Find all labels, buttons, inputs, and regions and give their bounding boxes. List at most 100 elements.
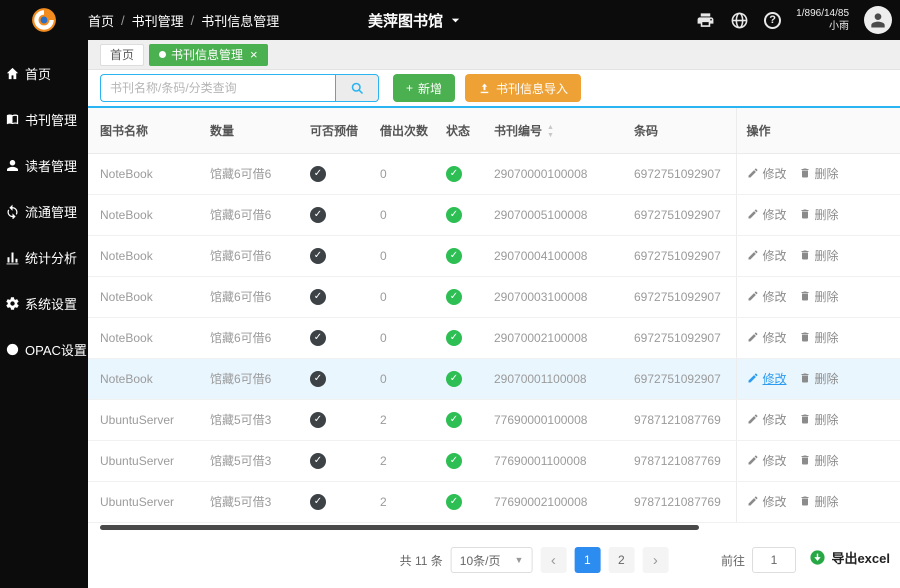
table-row[interactable]: UbuntuServer馆藏5可借3✓2✓7769000210000897871… [88,481,900,522]
export-excel-button[interactable]: 导出excel [809,548,890,567]
delete-button[interactable]: 删除 [799,206,839,223]
reservable-cell: ✓ [300,481,370,522]
table-row[interactable]: NoteBook馆藏6可借6✓0✓29070001100008697275109… [88,358,900,399]
table-header-row: 图书名称数量可否预借借出次数状态书刊编号▲▼条码操作 [88,108,900,153]
search-button[interactable] [335,74,379,102]
reservable-cell: ✓ [300,317,370,358]
book-number: 77690002100008 [484,481,624,522]
table-row[interactable]: NoteBook馆藏6可借6✓0✓29070005100008697275109… [88,194,900,235]
sidebar-item-books[interactable]: 书刊管理 [0,96,88,142]
edit-button[interactable]: 修改 [747,411,787,428]
horizontal-scrollbar[interactable] [100,525,699,530]
globe-icon[interactable] [730,11,749,30]
book-name: NoteBook [88,276,200,317]
page-button-2[interactable]: 2 [608,547,634,573]
column-header: 图书名称 [88,108,200,153]
edit-button[interactable]: 修改 [747,206,787,223]
edit-button[interactable]: 修改 [747,329,787,346]
search-input[interactable] [100,74,335,102]
close-icon[interactable]: × [250,48,258,61]
borrow-count: 0 [370,153,436,194]
add-button-label: 新增 [418,80,442,97]
delete-button[interactable]: 删除 [799,452,839,469]
table-row[interactable]: NoteBook馆藏6可借6✓0✓29070003100008697275109… [88,276,900,317]
quantity: 馆藏5可借3 [200,399,300,440]
topbar-actions: ? 1/896/14/85 小雨 [696,0,892,40]
delete-button[interactable]: 删除 [799,247,839,264]
barcode: 6972751092907 [624,276,736,317]
quantity: 馆藏6可借6 [200,276,300,317]
table-row[interactable]: NoteBook馆藏6可借6✓0✓29070000100008697275109… [88,153,900,194]
column-header[interactable]: 书刊编号▲▼ [484,108,624,153]
breadcrumb-item[interactable]: 书刊管理 [132,11,184,30]
help-icon[interactable]: ? [764,12,781,29]
prev-page-button[interactable]: ‹ [540,547,566,573]
page-size-select[interactable]: 10条/页 ▼ [451,547,533,573]
upload-icon [478,82,491,95]
delete-button[interactable]: 删除 [799,411,839,428]
delete-button[interactable]: 删除 [799,165,839,182]
import-button[interactable]: 书刊信息导入 [465,74,581,102]
sidebar-item-label: 系统设置 [25,294,77,313]
next-page-button[interactable]: › [642,547,668,573]
sidebar-item-label: 流通管理 [25,202,77,221]
column-header: 数量 [200,108,300,153]
edit-button[interactable]: 修改 [747,370,787,387]
sidebar-item-statistics[interactable]: 统计分析 [0,234,88,280]
edit-button[interactable]: 修改 [747,165,787,182]
column-header: 可否预借 [300,108,370,153]
avatar[interactable] [864,6,892,34]
sidebar-item-label: 首页 [25,64,51,83]
book-number: 29070003100008 [484,276,624,317]
app-logo[interactable] [0,7,88,33]
edit-button[interactable]: 修改 [747,288,787,305]
site-title-dropdown[interactable]: 美萍图书馆 [368,0,461,40]
status-cell: ✓ [436,276,484,317]
breadcrumb: 首页/书刊管理/书刊信息管理 [88,11,279,30]
sidebar-item-opac[interactable]: OPAC设置 [0,326,88,372]
borrow-count: 0 [370,235,436,276]
app-window: 首页/书刊管理/书刊信息管理 美萍图书馆 ? 1/896/14/85 小雨 [0,0,900,588]
book-name: NoteBook [88,317,200,358]
account-stats: 1/896/14/85 小雨 [796,7,849,34]
goto-page-input[interactable] [752,547,796,573]
delete-button[interactable]: 删除 [799,493,839,510]
pencil-icon [747,372,759,384]
print-icon[interactable] [696,11,715,30]
add-button[interactable]: + 新增 [393,74,455,102]
table-row[interactable]: NoteBook馆藏6可借6✓0✓29070004100008697275109… [88,235,900,276]
reservable-cell: ✓ [300,358,370,399]
book-name: NoteBook [88,194,200,235]
delete-button[interactable]: 删除 [799,288,839,305]
table-body: NoteBook馆藏6可借6✓0✓29070000100008697275109… [88,153,900,522]
sort-icon[interactable]: ▲▼ [547,124,554,139]
breadcrumb-item[interactable]: 首页 [88,11,114,30]
table-row[interactable]: UbuntuServer馆藏5可借3✓2✓7769000110000897871… [88,440,900,481]
barcode: 6972751092907 [624,317,736,358]
actions-cell: 修改删除 [736,317,900,358]
actions-cell: 修改删除 [736,153,900,194]
table-row[interactable]: UbuntuServer馆藏5可借3✓2✓7769000010000897871… [88,399,900,440]
edit-button[interactable]: 修改 [747,493,787,510]
sidebar-item-circulation[interactable]: 流通管理 [0,188,88,234]
sidebar-item-home[interactable]: 首页 [0,50,88,96]
book-icon [5,112,20,127]
borrow-count: 2 [370,399,436,440]
sidebar-item-readers[interactable]: 读者管理 [0,142,88,188]
tab-book-info[interactable]: 书刊信息管理× [149,44,268,66]
page-button-1[interactable]: 1 [574,547,600,573]
tab-bar: 首页书刊信息管理× [88,40,900,70]
status-cell: ✓ [436,317,484,358]
sidebar-item-settings[interactable]: 系统设置 [0,280,88,326]
edit-button[interactable]: 修改 [747,247,787,264]
pencil-icon [747,454,759,466]
delete-button[interactable]: 删除 [799,329,839,346]
edit-button[interactable]: 修改 [747,452,787,469]
tab-home[interactable]: 首页 [100,44,144,66]
reservable-cell: ✓ [300,440,370,481]
table-row[interactable]: NoteBook馆藏6可借6✓0✓29070002100008697275109… [88,317,900,358]
status-cell: ✓ [436,153,484,194]
pencil-icon [747,167,759,179]
delete-button[interactable]: 删除 [799,370,839,387]
sidebar-item-label: 读者管理 [25,156,77,175]
